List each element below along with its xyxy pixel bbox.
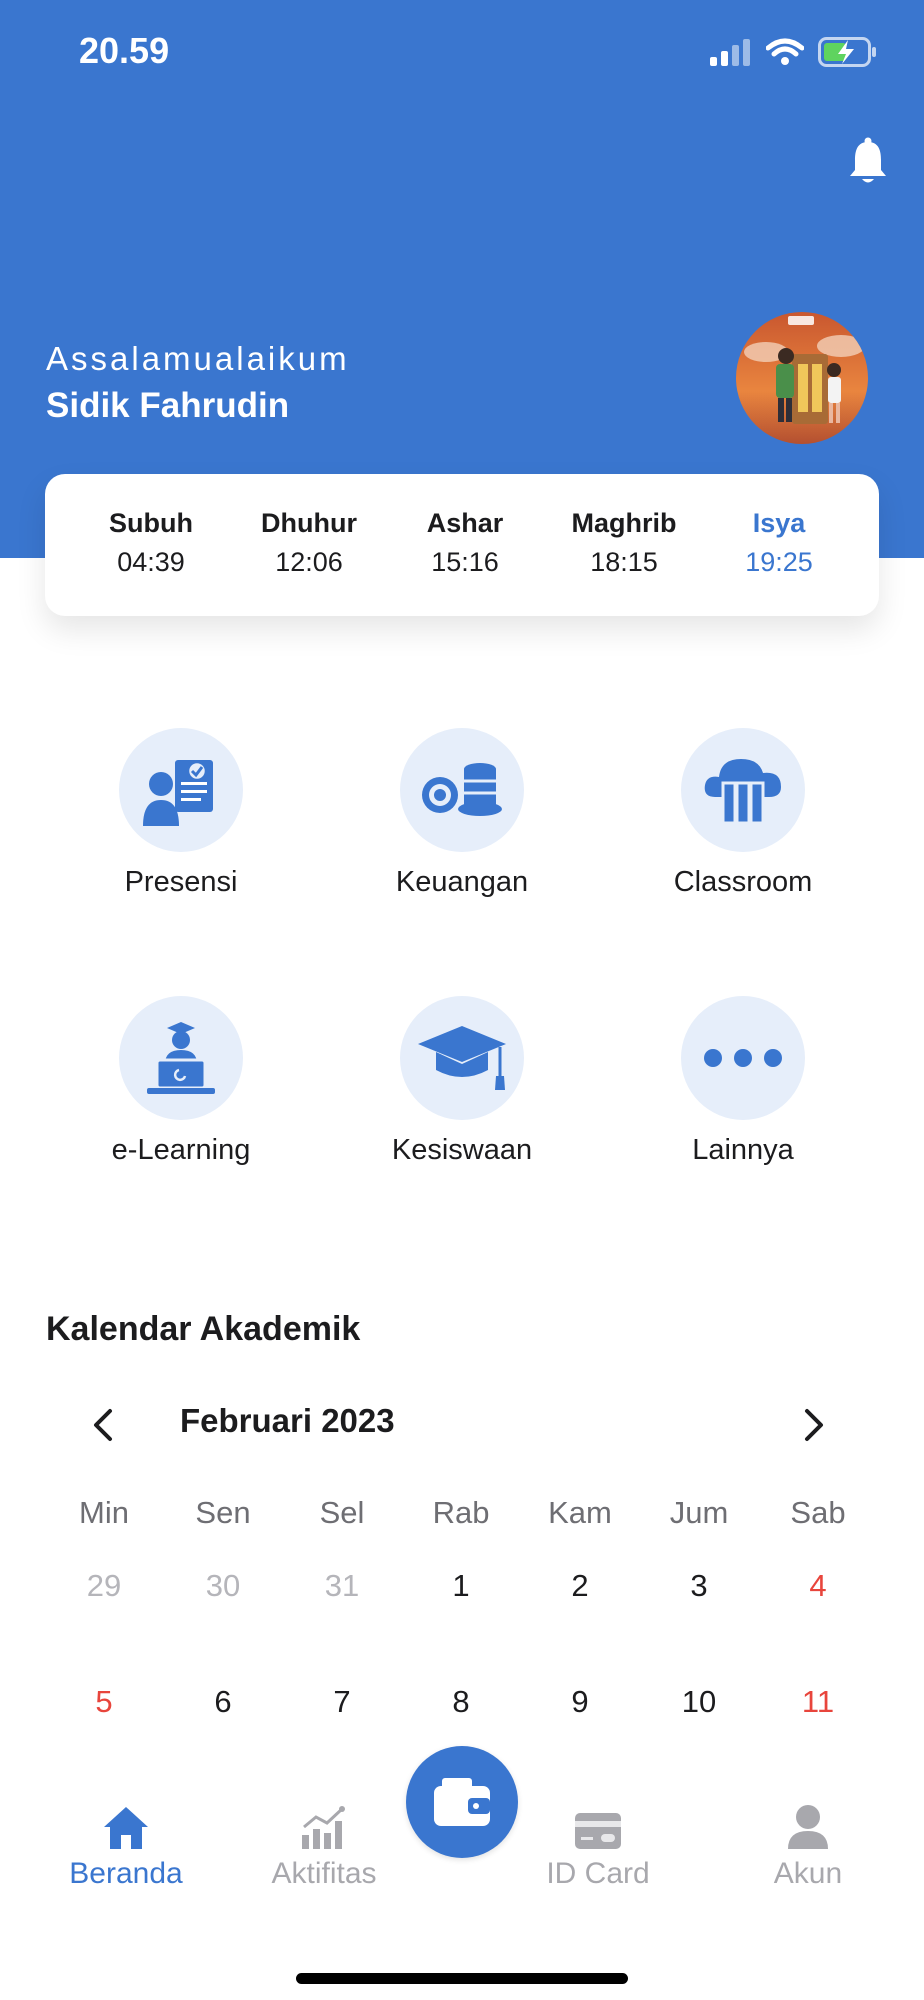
wifi-icon — [766, 38, 804, 65]
weekday-label: Min — [79, 1495, 129, 1530]
attendance-icon — [143, 760, 213, 826]
prayer-dhuhur: Dhuhur 12:06 — [234, 508, 384, 578]
prayer-name: Ashar — [426, 508, 504, 538]
menu-icon-circle — [400, 728, 524, 852]
prayer-time: 12:06 — [275, 547, 343, 577]
nav-label: Akun — [773, 1857, 843, 1890]
prayer-maghrib: Maghrib 18:15 — [549, 508, 699, 578]
menu-presensi[interactable]: Presensi — [66, 728, 296, 899]
calendar-day[interactable]: 30 — [173, 1568, 273, 1604]
nav-icon-wrap — [36, 1795, 216, 1851]
status-icons — [710, 32, 878, 72]
calendar-day[interactable]: 10 — [649, 1684, 749, 1720]
calendar-day[interactable]: 31 — [292, 1568, 392, 1604]
id-card-icon — [575, 1813, 621, 1849]
menu-classroom[interactable]: Classroom — [628, 728, 858, 899]
notification-bell-icon[interactable] — [848, 136, 888, 186]
menu-elearning[interactable]: e-Learning — [66, 996, 296, 1167]
weekday-label: Sel — [319, 1495, 365, 1530]
prayer-name: Maghrib — [571, 508, 677, 538]
bar-chart-icon — [302, 1806, 345, 1849]
menu-icon-circle — [681, 728, 805, 852]
prayer-subuh: Subuh 04:39 — [76, 508, 226, 578]
nav-id-card[interactable]: ID Card — [508, 1795, 688, 1891]
weekday-label: Sen — [195, 1495, 251, 1530]
greeting-text: Assalamualaikum — [46, 340, 350, 377]
coins-icon — [422, 763, 502, 816]
nav-beranda[interactable]: Beranda — [36, 1795, 216, 1891]
calendar-day[interactable]: 6 — [173, 1684, 273, 1720]
nav-icon-wrap — [508, 1795, 688, 1851]
calendar-day[interactable]: 1 — [411, 1568, 511, 1604]
calendar-day[interactable]: 29 — [54, 1568, 154, 1604]
menu-lainnya[interactable]: Lainnya — [628, 996, 858, 1167]
calendar-day[interactable]: 8 — [411, 1684, 511, 1720]
prayer-name: Subuh — [109, 508, 193, 538]
calendar-section-title: Kalendar Akademik — [46, 1310, 361, 1348]
prayer-ashar: Ashar 15:16 — [390, 508, 540, 578]
menu-icon-circle — [119, 728, 243, 852]
calendar-month-label: Februari 2023 — [180, 1402, 395, 1439]
menu-label: Classroom — [673, 866, 813, 898]
home-indicator — [296, 1973, 628, 1984]
prayer-times-card: Subuh 04:39 Dhuhur 12:06 Ashar 15:16 Mag… — [45, 474, 879, 616]
chevron-right-icon[interactable] — [795, 1405, 831, 1445]
weekday-label: Jum — [669, 1495, 729, 1530]
chevron-left-icon[interactable] — [86, 1405, 122, 1445]
weekday-label: Kam — [548, 1495, 612, 1530]
prayer-time: 19:25 — [745, 547, 813, 577]
nav-akun[interactable]: Akun — [718, 1795, 898, 1891]
prayer-name: Dhuhur — [261, 508, 357, 538]
menu-label: Kesiswaan — [391, 1134, 533, 1166]
prayer-time: 18:15 — [590, 547, 658, 577]
nav-label: Aktifitas — [271, 1857, 377, 1890]
cloud-library-icon — [704, 759, 781, 825]
wallet-fab-button[interactable] — [406, 1746, 518, 1858]
graduation-cap-icon — [418, 1026, 506, 1090]
calendar-day[interactable]: 4 — [768, 1568, 868, 1604]
calendar-day[interactable]: 3 — [649, 1568, 749, 1604]
nav-icon-wrap — [234, 1795, 414, 1851]
more-dots-icon — [704, 1049, 782, 1067]
prayer-time: 04:39 — [117, 547, 185, 577]
signal-icon — [710, 39, 750, 66]
nav-aktifitas[interactable]: Aktifitas — [234, 1795, 414, 1891]
profile-avatar[interactable] — [736, 312, 868, 444]
battery-icon — [818, 37, 876, 67]
status-time: 20.59 — [79, 30, 170, 71]
calendar-day[interactable]: 7 — [292, 1684, 392, 1720]
nav-icon-wrap — [718, 1795, 898, 1851]
menu-kesiswaan[interactable]: Kesiswaan — [347, 996, 577, 1167]
calendar-day[interactable]: 11 — [768, 1684, 868, 1720]
menu-icon-circle — [119, 996, 243, 1120]
laptop-student-icon — [147, 1022, 215, 1094]
prayer-time: 15:16 — [431, 547, 499, 577]
nav-label: ID Card — [546, 1857, 650, 1890]
wallet-icon — [434, 1778, 490, 1826]
avatar-image — [736, 312, 868, 444]
weekday-label: Sab — [790, 1495, 846, 1530]
home-icon — [104, 1807, 148, 1849]
prayer-name: Isya — [752, 508, 806, 538]
menu-label: Presensi — [124, 866, 238, 898]
nav-label: Beranda — [69, 1857, 183, 1890]
prayer-isya: Isya 19:25 — [704, 508, 854, 578]
weekday-label: Rab — [432, 1495, 490, 1530]
user-icon — [788, 1805, 828, 1849]
calendar-day[interactable]: 2 — [530, 1568, 630, 1604]
menu-icon-circle — [400, 996, 524, 1120]
menu-label: Lainnya — [692, 1134, 794, 1166]
user-name: Sidik Fahrudin — [46, 386, 290, 425]
menu-label: e-Learning — [111, 1134, 251, 1166]
menu-label: Keuangan — [395, 866, 529, 898]
menu-icon-circle — [681, 996, 805, 1120]
calendar-day[interactable]: 5 — [54, 1684, 154, 1720]
calendar-day[interactable]: 9 — [530, 1684, 630, 1720]
menu-keuangan[interactable]: Keuangan — [347, 728, 577, 899]
